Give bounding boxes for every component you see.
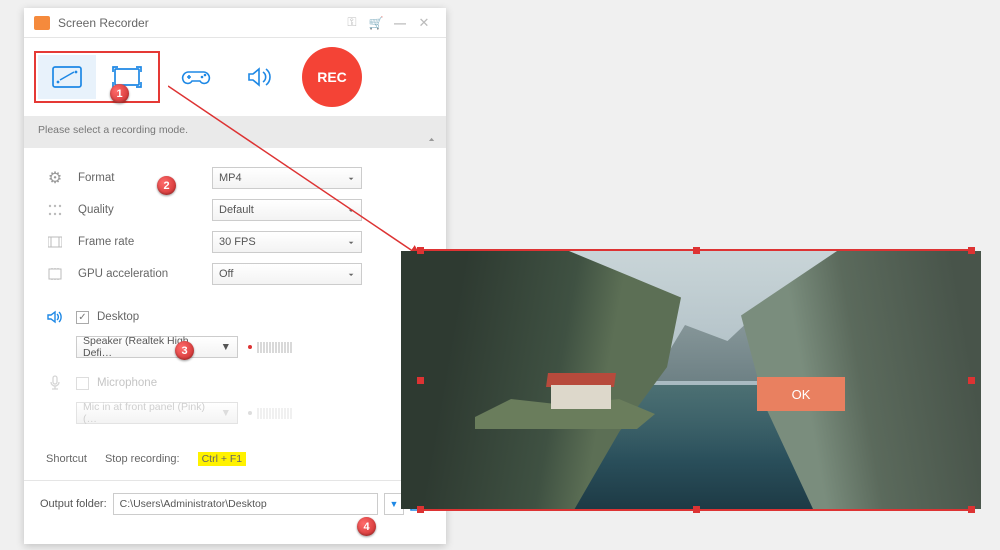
hint-bar: Please select a recording mode. ▲	[24, 116, 446, 148]
cart-icon[interactable]: 🛒	[364, 16, 388, 30]
record-button[interactable]: REC	[302, 47, 362, 107]
resize-handle[interactable]	[693, 506, 700, 513]
shortcut-row: Shortcut Stop recording: Ctrl + F1	[24, 438, 446, 480]
callout-1: 1	[110, 84, 129, 103]
custom-area-mode-button[interactable]	[38, 55, 96, 99]
format-label: Format	[78, 172, 212, 184]
microphone-device-select[interactable]: Mic in at front panel (Pink) (…▼	[76, 402, 238, 424]
film-icon	[46, 234, 64, 250]
chevron-down-icon: ▼	[221, 407, 231, 419]
titlebar: Screen Recorder ⚿ 🛒 — ✕	[24, 8, 446, 38]
stop-recording-label: Stop recording:	[105, 453, 180, 465]
close-button[interactable]: ✕	[412, 15, 436, 31]
shortcut-label: Shortcut	[46, 453, 87, 465]
audio-mode-button[interactable]	[232, 55, 288, 99]
key-icon[interactable]: ⚿	[340, 15, 364, 30]
gpu-icon	[46, 266, 64, 282]
gpu-select[interactable]: Off▼	[212, 263, 362, 285]
speaker-icon	[245, 66, 275, 88]
output-path-input[interactable]: C:\Users\Administrator\Desktop	[113, 493, 378, 515]
framerate-label: Frame rate	[78, 236, 212, 248]
resize-handle[interactable]	[968, 247, 975, 254]
ok-button[interactable]: OK	[757, 377, 845, 411]
quality-select[interactable]: Default▼	[212, 199, 362, 221]
resize-handle[interactable]	[417, 247, 424, 254]
output-bar: Output folder: C:\Users\Administrator\De…	[24, 480, 446, 527]
speaker-icon	[46, 310, 64, 324]
callout-3: 3	[175, 341, 194, 360]
game-mode-button[interactable]	[168, 55, 224, 99]
chevron-down-icon: ▼	[347, 208, 355, 213]
framerate-select[interactable]: 30 FPS▼	[212, 231, 362, 253]
microphone-icon	[46, 375, 64, 391]
resize-handle[interactable]	[693, 247, 700, 254]
callout-2: 2	[157, 176, 176, 195]
capture-preview-image	[421, 251, 971, 509]
chevron-down-icon: ▼	[221, 341, 231, 353]
desktop-checkbox[interactable]: ✓	[76, 311, 89, 324]
hint-text: Please select a recording mode.	[38, 124, 188, 136]
callout-4: 4	[357, 517, 376, 536]
app-logo-icon	[34, 16, 50, 30]
desktop-device-select[interactable]: Speaker (Realtek High Defi…▼	[76, 336, 238, 358]
chevron-down-icon: ▼	[347, 272, 355, 277]
gear-icon: ⚙	[46, 170, 64, 186]
record-label: REC	[317, 69, 347, 85]
microphone-checkbox[interactable]	[76, 377, 89, 390]
audio-section: ✓ Desktop Speaker (Realtek High Defi…▼ M…	[24, 296, 446, 438]
quality-label: Quality	[78, 204, 212, 216]
minimize-button[interactable]: —	[388, 16, 412, 30]
collapse-icon[interactable]: ▲	[427, 136, 436, 142]
settings-section: ⚙ Format MP4▼ Quality Default▼ Frame rat…	[24, 148, 446, 296]
resize-handle[interactable]	[968, 377, 975, 384]
screen-mode-group	[34, 51, 160, 103]
mode-toolbar: REC	[24, 38, 446, 116]
output-label: Output folder:	[40, 498, 107, 510]
stop-recording-key: Ctrl + F1	[198, 452, 247, 466]
format-select[interactable]: MP4▼	[212, 167, 362, 189]
resize-handle[interactable]	[417, 506, 424, 513]
desktop-vu-meter	[248, 342, 292, 353]
quality-icon	[46, 202, 64, 218]
gpu-label: GPU acceleration	[78, 268, 212, 280]
chevron-down-icon: ▼	[347, 240, 355, 245]
gamepad-icon	[181, 66, 211, 88]
resize-handle[interactable]	[417, 377, 424, 384]
microphone-vu-meter	[248, 408, 292, 419]
app-title: Screen Recorder	[58, 16, 340, 30]
microphone-label: Microphone	[97, 377, 157, 389]
custom-area-icon	[52, 66, 82, 88]
resize-handle[interactable]	[968, 506, 975, 513]
desktop-label: Desktop	[97, 311, 139, 323]
screen-recorder-window: Screen Recorder ⚿ 🛒 — ✕ REC Please selec…	[24, 8, 446, 544]
chevron-down-icon: ▼	[390, 499, 399, 509]
chevron-down-icon: ▼	[347, 176, 355, 181]
capture-region[interactable]: OK	[419, 249, 973, 511]
